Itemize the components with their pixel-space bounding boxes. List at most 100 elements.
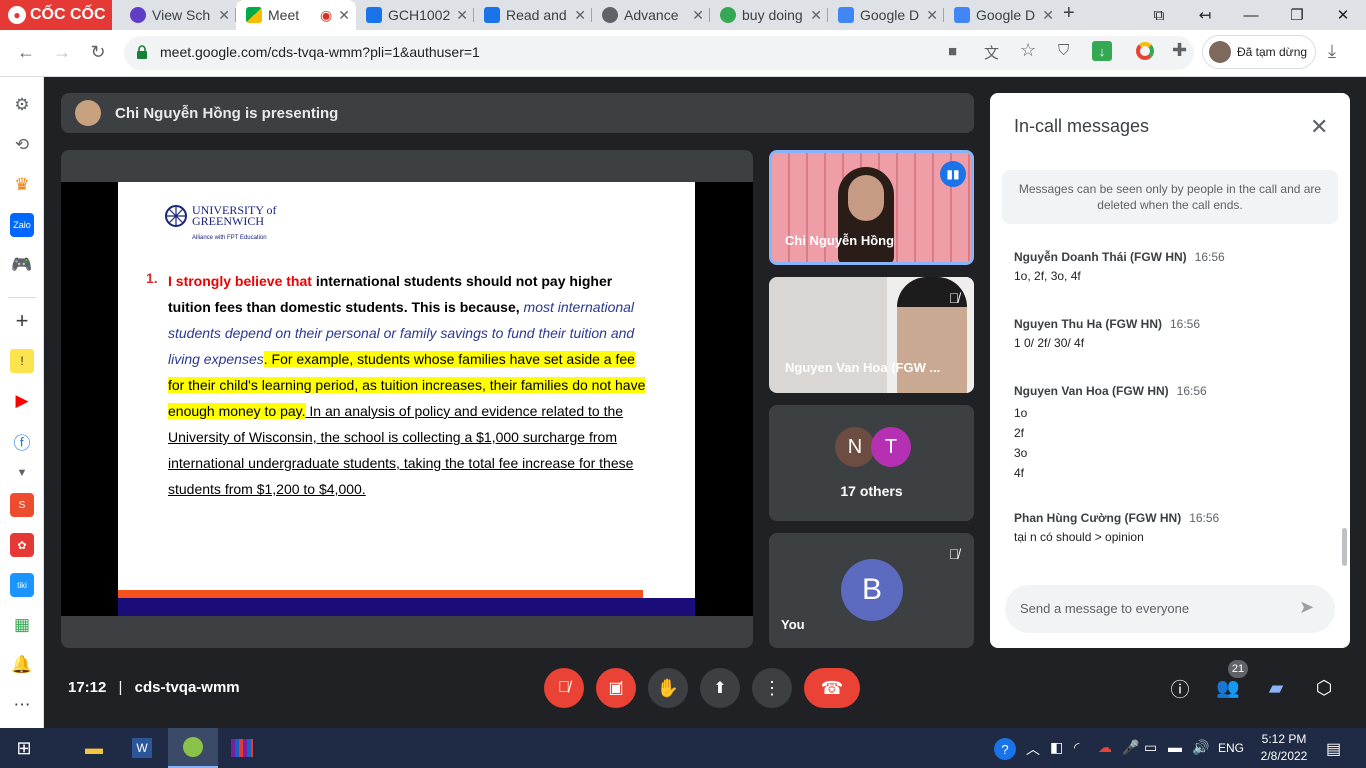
participant-tile-you[interactable]: B 🎙̸ You [769,533,974,648]
notes-icon[interactable]: ! [10,349,34,373]
close-tab-icon[interactable]: ✕ [218,7,230,24]
more-options-button[interactable]: ⋮ [752,668,792,708]
tab-read-and[interactable]: Read and ✕ [474,0,592,30]
send-icon[interactable]: ➤ [1299,597,1314,618]
taskbar-file-explorer[interactable]: ▬ [70,728,118,768]
close-window-button[interactable]: ✕ [1320,0,1366,30]
shopee-icon[interactable]: S [10,493,34,517]
show-hidden-icons-icon[interactable]: ︿ [1026,739,1040,759]
tab-google-docs-1[interactable]: Google D ✕ [828,0,944,30]
close-tab-icon[interactable]: ✕ [1042,7,1054,24]
slide-line: enough money to pay. In an analysis of p… [168,403,624,419]
tab-buy-doing[interactable]: buy doing ✕ [710,0,828,30]
wifi-icon[interactable]: ◜ [1074,739,1079,756]
taskbar-word[interactable]: W [118,728,166,768]
profile-status: Đã tạm dừng [1237,45,1308,59]
gamepad-icon[interactable]: 🎮 [10,253,34,277]
camera-toggle-button[interactable]: ▣̸ [596,668,636,708]
forward-button[interactable]: → [48,38,76,66]
folder-icon: ▬ [85,737,103,758]
profile-button[interactable]: Đã tạm dừng [1202,35,1316,69]
display-icon[interactable]: ▭ [1144,739,1157,756]
downloads-icon[interactable]: ⤓ [1328,41,1336,62]
close-tab-icon[interactable]: ✕ [574,7,586,24]
participant-tile-hoa[interactable]: 🎙̸ Nguyen Van Hoa (FGW ... [769,277,974,393]
tab-search-icon[interactable]: ⧉ [1136,0,1182,30]
close-tab-icon[interactable]: ✕ [810,7,822,24]
chat-scrollbar[interactable] [1342,528,1347,566]
slide-line: students depend on their personal or fam… [168,325,635,341]
close-tab-icon[interactable]: ✕ [926,7,938,24]
cloud-sync-icon[interactable]: ☁ [1098,739,1112,756]
chat-button[interactable]: ▰ [1260,672,1292,704]
tiki-icon[interactable]: tiki [10,573,34,597]
coccoc-extension-icon[interactable] [1136,42,1154,60]
help-icon[interactable]: ? [994,738,1016,760]
chat-input-box[interactable]: Send a message to everyone ➤ [1005,585,1335,633]
close-tab-icon[interactable]: ✕ [338,7,350,24]
taskbar-winrar[interactable] [218,728,266,768]
tab-view-schedule[interactable]: View Sch ✕ [120,0,236,30]
zalo-icon[interactable]: Zalo [10,213,34,237]
leave-call-button[interactable]: ☎ [804,668,860,708]
notifications-icon[interactable]: ▤ [1326,739,1341,759]
mic-toggle-button[interactable]: 🎙̸ [544,668,584,708]
start-button[interactable]: ⊞ [0,728,48,768]
youtube-icon[interactable]: ▶ [10,389,34,413]
chat-notice: Messages can be seen only by people in t… [1002,170,1338,224]
present-screen-button[interactable]: ⬆ [700,668,740,708]
chat-message: Phan Hùng Cường (FGW HN) 16:56 tại n có s… [1014,511,1219,545]
history-icon[interactable]: ⟲ [10,133,34,157]
coccoc-menu-button[interactable]: ● CỐC CỐC [0,0,112,30]
volume-icon[interactable]: 🔊 [1192,739,1209,756]
more-icon[interactable]: ⋯ [10,693,34,717]
language-indicator[interactable]: ENG [1218,741,1244,755]
shield-icon[interactable]: ⛉ [1058,42,1069,59]
participant-tile-presenter[interactable]: ▮▮ Chi Nguyễn Hồng [769,150,974,265]
chevron-down-icon[interactable]: ▼ [10,461,34,485]
extensions-puzzle-icon[interactable]: ✚ [1172,40,1187,61]
camera-in-use-icon[interactable]: ■ [948,43,957,60]
close-chat-button[interactable]: ✕ [1310,114,1328,140]
notification-bell-icon[interactable]: 🔔 [10,653,34,677]
meeting-details-button[interactable]: ⓘ [1164,672,1196,704]
slide-line: for their child's learning period, as tu… [168,377,646,393]
reload-button[interactable]: ↻ [84,38,112,66]
back-button[interactable]: ← [12,38,40,66]
slide-footer-navy-bar [118,598,695,616]
tab-google-docs-2[interactable]: Google D ✕ [944,0,1060,30]
tab-gch1002[interactable]: GCH1002 ✕ [356,0,474,30]
raise-hand-button[interactable]: ✋ [648,668,688,708]
winrar-icon [231,739,253,757]
microphone-tray-icon[interactable]: 🎤 [1122,739,1139,756]
back-forward-cache-icon[interactable]: ↤ [1182,0,1228,30]
activities-button[interactable]: ⬡ [1308,672,1340,704]
message-text: tại n có should > opinion [1014,530,1144,544]
close-tab-icon[interactable]: ✕ [692,7,704,24]
minimize-button[interactable]: — [1228,0,1274,30]
maximize-button[interactable]: ❐ [1274,0,1320,30]
facebook-icon[interactable]: ⓕ [10,429,34,453]
slide-paragraph: I strongly believe that international st… [168,268,683,502]
taskbar-clock[interactable]: 5:12 PM 2/8/2022 [1256,731,1312,765]
tab-advance[interactable]: Advance ✕ [592,0,710,30]
battery-icon[interactable]: ▬ [1168,739,1182,755]
translate-icon[interactable]: 文 [984,42,999,63]
settings-gear-icon[interactable]: ⚙ [10,93,34,117]
close-tab-icon[interactable]: ✕ [456,7,468,24]
new-tab-button[interactable]: + [1063,2,1075,25]
spreadsheet-icon[interactable]: ▦ [10,613,34,637]
chat-input-placeholder[interactable]: Send a message to everyone [1020,601,1189,616]
bookmark-star-icon[interactable]: ☆ [1020,40,1036,61]
lock-icon[interactable] [136,44,148,60]
browser-sidebar: ⚙ ⟲ ♛ Zalo 🎮 + ! ▶ ⓕ ▼ S ✿ tiki ▦ 🔔 ⋯ [0,77,44,728]
url-text[interactable]: meet.google.com/cds-tvqa-wmm?pli=1&authu… [160,44,480,60]
crown-icon[interactable]: ♛ [10,173,34,197]
taskbar-coccoc[interactable] [168,728,218,768]
coccoc-gift-icon[interactable]: ✿ [10,533,34,557]
participant-tile-others[interactable]: N T 17 others [769,405,974,521]
add-shortcut-icon[interactable]: + [10,308,34,333]
tab-meet[interactable]: Meet ◉ ✕ [236,0,356,30]
download-extension-icon[interactable]: ↓ [1092,41,1112,61]
webcam-tray-icon[interactable]: ◧ [1050,739,1063,756]
